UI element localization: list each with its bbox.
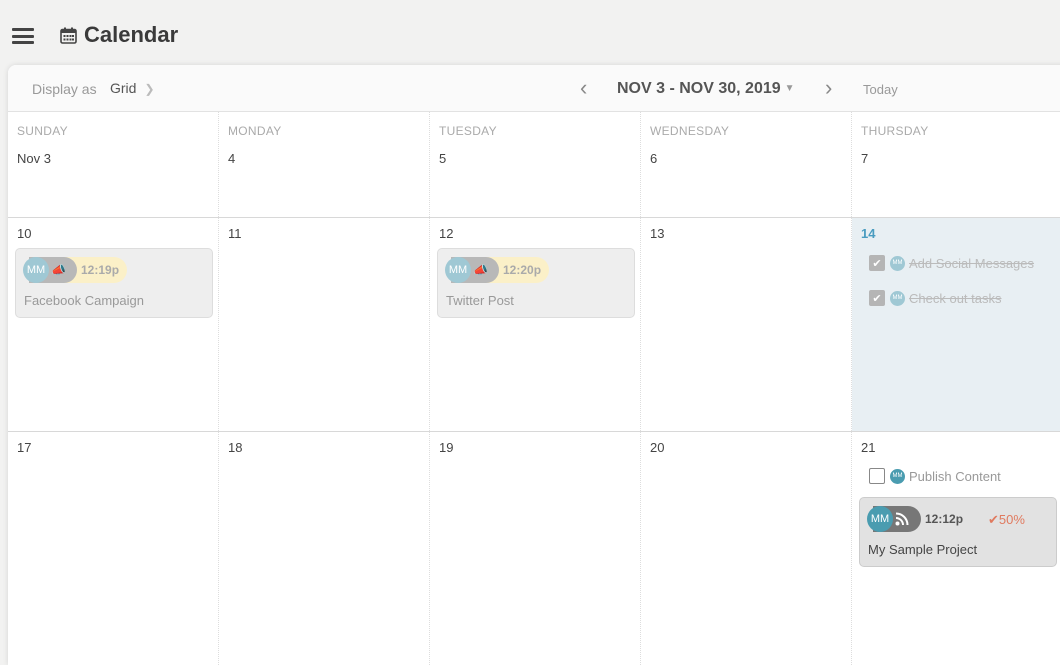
day-number: 10 (17, 226, 32, 241)
progress-indicator: ✔50% (988, 512, 1025, 528)
day-cell[interactable]: MONDAY 4 (219, 112, 430, 217)
event-pill: MM 12:12p (867, 506, 971, 532)
checkbox-checked[interactable]: ✔ (869, 290, 885, 306)
task-label: Publish Content (909, 468, 1001, 484)
task-item[interactable]: ✔ MM Check out tasks (869, 290, 1002, 306)
day-number: 20 (650, 440, 665, 455)
day-number: 4 (228, 151, 236, 166)
date-range-label: NOV 3 - NOV 30, 2019 (617, 80, 781, 97)
weekday-header: THURSDAY (861, 124, 929, 138)
day-number: 12 (439, 226, 454, 241)
date-range-dropdown[interactable]: NOV 3 - NOV 30, 2019 ▼ (617, 80, 795, 98)
top-bar: Calendar (0, 0, 1060, 65)
day-number: 7 (861, 151, 869, 166)
chevron-down-icon: ❯ (144, 82, 155, 96)
day-number: 21 (861, 440, 876, 455)
day-cell-today[interactable]: 14 ✔ MM Add Social Messages ✔ MM Check out t… (852, 218, 1060, 431)
weekday-header: WEDNESDAY (650, 124, 730, 138)
day-cell[interactable]: 18 (219, 432, 430, 665)
weekday-header: TUESDAY (439, 124, 497, 138)
day-cell[interactable]: 10 MM 📣 12:19p Facebook Campaign (8, 218, 219, 431)
event-name: Facebook Campaign (24, 293, 144, 308)
checkbox-checked[interactable]: ✔ (869, 255, 885, 271)
avatar: MM (890, 290, 905, 306)
previous-button[interactable]: ‹ (580, 75, 587, 101)
weekday-header: SUNDAY (17, 124, 68, 138)
checkbox-unchecked[interactable] (869, 468, 885, 484)
week-row: 17 18 19 20 21 MM Publish Content MM 12:12… (8, 432, 1060, 665)
avatar: MM (890, 255, 905, 271)
next-button[interactable]: › (825, 75, 832, 101)
day-cell[interactable]: SUNDAY Nov 3 (8, 112, 219, 217)
day-number: 14 (861, 226, 876, 241)
avatar: MM (23, 257, 49, 283)
event-name: My Sample Project (868, 542, 978, 557)
weekday-header: MONDAY (228, 124, 282, 138)
display-as-label: Display as (32, 81, 97, 97)
calendar-card: Display as Grid ❯ ‹ NOV 3 - NOV 30, 2019 ▼… (8, 65, 1060, 665)
task-item[interactable]: MM Publish Content (869, 468, 1001, 484)
day-number: 5 (439, 151, 447, 166)
event-name: Twitter Post (446, 293, 514, 308)
avatar: MM (867, 506, 893, 532)
day-number: 18 (228, 440, 243, 455)
display-mode-value: Grid (110, 80, 137, 96)
day-cell[interactable]: 19 (430, 432, 641, 665)
day-cell[interactable]: WEDNESDAY 6 (641, 112, 852, 217)
task-label: Check out tasks (909, 290, 1002, 306)
event-pill: MM 📣 12:20p (445, 257, 550, 283)
task-label: Add Social Messages (909, 255, 1035, 271)
progress-value: 50% (998, 512, 1025, 527)
event-card-facebook[interactable]: MM 📣 12:19p Facebook Campaign (15, 248, 213, 318)
avatar: MM (445, 257, 471, 283)
day-cell[interactable]: 11 (219, 218, 430, 431)
day-cell[interactable]: 21 MM Publish Content MM 12:12p ✔50% My Sa… (852, 432, 1060, 665)
week-row: SUNDAY Nov 3 MONDAY 4 TUESDAY 5 WEDNESDAY 6 … (8, 112, 1060, 218)
task-item[interactable]: ✔ MM Add Social Messages (869, 255, 1034, 271)
day-cell[interactable]: 12 MM 📣 12:20p Twitter Post (430, 218, 641, 431)
page-title: Calendar (84, 22, 179, 47)
event-card-project[interactable]: MM 12:12p ✔50% My Sample Project (859, 497, 1057, 567)
day-number: 11 (228, 226, 242, 241)
day-cell[interactable]: THURSDAY 7 (852, 112, 1060, 217)
week-row: 10 MM 📣 12:19p Facebook Campaign 11 12 MM 📣… (8, 218, 1060, 432)
hamburger-icon[interactable] (12, 28, 34, 44)
day-number: 13 (650, 226, 665, 241)
avatar: MM (890, 468, 905, 484)
day-cell[interactable]: 17 (8, 432, 219, 665)
display-mode-dropdown[interactable]: Grid ❯ (110, 80, 155, 96)
day-cell[interactable]: 20 (641, 432, 852, 665)
day-cell[interactable]: TUESDAY 5 (430, 112, 641, 217)
day-number: Nov 3 (17, 151, 51, 166)
caret-down-icon: ▼ (784, 83, 795, 94)
event-card-twitter[interactable]: MM 📣 12:20p Twitter Post (437, 248, 635, 318)
day-cell[interactable]: 13 (641, 218, 852, 431)
day-number: 19 (439, 440, 454, 455)
calendar-icon (60, 27, 77, 44)
calendar-toolbar: Display as Grid ❯ ‹ NOV 3 - NOV 30, 2019 ▼… (8, 65, 1060, 112)
today-button[interactable]: Today (863, 82, 898, 97)
check-icon: ✔ (988, 512, 999, 527)
day-number: 17 (17, 440, 32, 455)
event-pill: MM 📣 12:19p (23, 257, 128, 283)
day-number: 6 (650, 151, 658, 166)
